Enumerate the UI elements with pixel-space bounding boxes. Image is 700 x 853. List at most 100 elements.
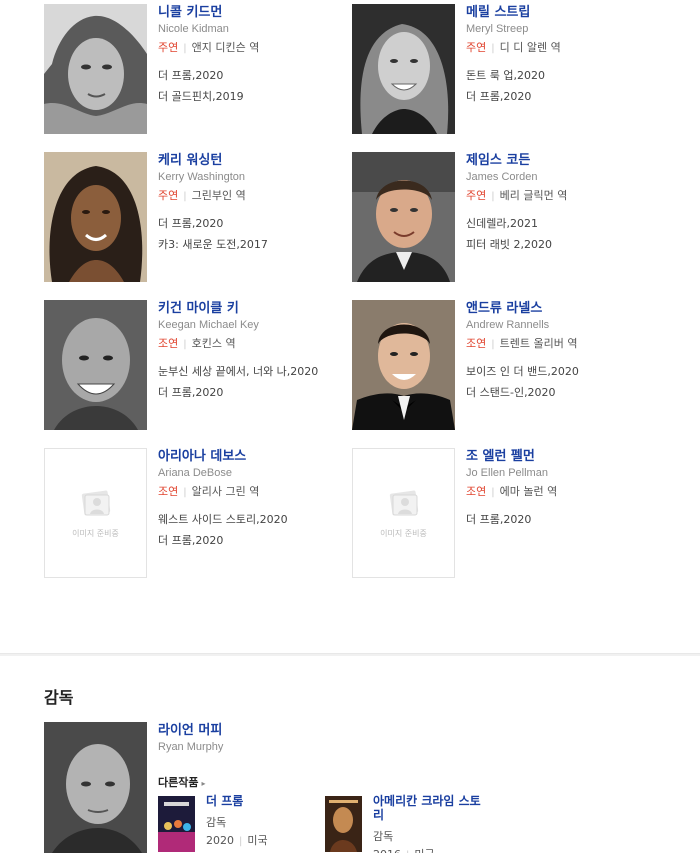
actor-photo-placeholder[interactable]: 이미지 준비중 — [352, 448, 455, 578]
work-item[interactable]: 돈트 룩 업,2020 — [466, 68, 676, 83]
works-list: 더 프롬,2020 — [466, 512, 676, 527]
placeholder-text: 이미지 준비중 — [380, 529, 427, 538]
actor-english-name: Ariana DeBose — [158, 467, 232, 479]
role-type: 주연 — [466, 41, 487, 54]
role-line: 주연 | 앤지 디킨슨 역 — [158, 40, 368, 55]
role-line: 주연 | 디 디 알렌 역 — [466, 40, 676, 55]
cast-card: 앤드류 라넬스 Andrew Rannells 조연 | 트렌트 올리버 역 보이즈… — [352, 300, 672, 430]
director-section-title: 감독 — [44, 688, 74, 707]
work-item[interactable]: 더 프롬,2020 — [158, 385, 368, 400]
cast-card: 이미지 준비중 조 엘런 펠먼 Jo Ellen Pellman 조연 | 에마 놀… — [352, 448, 672, 578]
actor-name[interactable]: 조 엘런 펠먼 — [466, 448, 676, 465]
actor-name[interactable]: 니콜 키드먼 — [158, 4, 368, 21]
actor-name[interactable]: 아리아나 데보스 — [158, 448, 368, 465]
cast-card: 니콜 키드먼 Nicole Kidman 주연 | 앤지 디킨슨 역 더 프롬,20… — [44, 4, 364, 134]
work-item[interactable]: 신데렐라,2021 — [466, 216, 676, 231]
separator: | — [183, 487, 187, 498]
work-item[interactable]: 더 프롬,2020 — [158, 216, 368, 231]
film-title[interactable]: 더 프롬 — [206, 794, 316, 808]
work-item[interactable]: 카3: 새로운 도전,2017 — [158, 237, 368, 252]
work-item[interactable]: 피터 래빗 2,2020 — [466, 237, 676, 252]
role-type: 조연 — [158, 337, 179, 350]
work-item[interactable]: 보이즈 인 더 밴드,2020 — [466, 364, 676, 379]
actor-photo[interactable] — [44, 4, 147, 134]
work-item[interactable]: 더 프롬,2020 — [158, 533, 368, 548]
film-role: 감독 — [206, 816, 227, 829]
role-name: 그린부인 역 — [191, 189, 246, 202]
role-line: 조연 | 에마 놀런 역 — [466, 484, 676, 499]
role-name: 호킨스 역 — [191, 337, 236, 350]
film-poster[interactable] — [325, 796, 362, 852]
role-line: 주연 | 베리 글릭먼 역 — [466, 188, 676, 203]
separator: | — [239, 836, 243, 847]
film-poster[interactable] — [158, 796, 195, 852]
separator: | — [183, 43, 187, 54]
actor-photo[interactable] — [352, 4, 455, 134]
work-item[interactable]: 눈부신 세상 끝에서, 너와 나,2020 — [158, 364, 368, 379]
film-meta: 2016|미국 — [373, 846, 435, 853]
separator: | — [183, 339, 187, 350]
actor-english-name: Jo Ellen Pellman — [466, 467, 548, 479]
director-photo[interactable] — [44, 722, 147, 853]
role-type: 조연 — [466, 485, 487, 498]
actor-photo-placeholder[interactable]: 이미지 준비중 — [44, 448, 147, 578]
cast-card: 키건 마이클 키 Keegan Michael Key 조연 | 호킨스 역 눈부신… — [44, 300, 364, 430]
role-name: 앤지 디킨슨 역 — [191, 41, 260, 54]
cast-card: 케리 워싱턴 Kerry Washington 주연 | 그린부인 역 더 프롬,2… — [44, 152, 364, 282]
actor-photo[interactable] — [352, 300, 455, 430]
placeholder-text: 이미지 준비중 — [72, 529, 119, 538]
role-type: 주연 — [466, 189, 487, 202]
actor-english-name: Meryl Streep — [466, 23, 529, 35]
role-name: 트렌트 올리버 역 — [499, 337, 578, 350]
other-works-label: 다른작품 — [158, 776, 199, 789]
work-item[interactable]: 더 프롬,2020 — [466, 89, 676, 104]
role-type: 주연 — [158, 189, 179, 202]
actor-english-name: James Corden — [466, 171, 538, 183]
actor-english-name: Andrew Rannells — [466, 319, 550, 331]
role-type: 조연 — [158, 485, 179, 498]
work-item[interactable]: 더 프롬,2020 — [466, 512, 676, 527]
role-name: 베리 글릭먼 역 — [499, 189, 568, 202]
section-divider — [0, 653, 700, 656]
work-item[interactable]: 웨스트 사이드 스토리,2020 — [158, 512, 368, 527]
director-english-name: Ryan Murphy — [158, 741, 224, 753]
role-line: 주연 | 그린부인 역 — [158, 188, 368, 203]
work-item[interactable]: 더 골드핀치,2019 — [158, 89, 368, 104]
film-title[interactable]: 아메리칸 크라임 스토리 — [373, 794, 483, 822]
role-line: 조연 | 알리사 그린 역 — [158, 484, 368, 499]
actor-name[interactable]: 앤드류 라넬스 — [466, 300, 676, 317]
actor-photo[interactable] — [44, 152, 147, 282]
other-works-link[interactable]: 다른작품 ▸ — [158, 774, 206, 790]
film-role: 감독 — [373, 830, 394, 843]
image-placeholder-icon — [81, 490, 111, 516]
role-line: 조연 | 트렌트 올리버 역 — [466, 336, 676, 351]
separator: | — [491, 487, 495, 498]
actor-name[interactable]: 제임스 코든 — [466, 152, 676, 169]
separator: | — [491, 339, 495, 350]
role-name: 알리사 그린 역 — [191, 485, 260, 498]
film-item: 아메리칸 크라임 스토리 감독 2016|미국 — [325, 794, 525, 853]
film-country: 미국 — [414, 848, 434, 853]
film-meta: 2020 | 미국 — [206, 832, 268, 848]
actor-name[interactable]: 메릴 스트립 — [466, 4, 676, 21]
cast-card: 이미지 준비중 아리아나 데보스 Ariana DeBose 조연 | 알리사 그린… — [44, 448, 364, 578]
film-year: 2020 — [206, 834, 234, 847]
works-list: 더 프롬,2020 카3: 새로운 도전,2017 — [158, 216, 368, 252]
actor-english-name: Keegan Michael Key — [158, 319, 259, 331]
actor-name[interactable]: 케리 워싱턴 — [158, 152, 368, 169]
work-item[interactable]: 더 스탠드-인,2020 — [466, 385, 676, 400]
chevron-right-icon: ▸ — [201, 779, 206, 788]
role-type: 조연 — [466, 337, 487, 350]
film-year: 2016 — [373, 848, 401, 853]
image-placeholder-icon — [389, 490, 419, 516]
works-list: 더 프롬,2020 더 골드핀치,2019 — [158, 68, 368, 104]
actor-english-name: Nicole Kidman — [158, 23, 229, 35]
actor-photo[interactable] — [352, 152, 455, 282]
role-line: 조연 | 호킨스 역 — [158, 336, 368, 351]
director-name[interactable]: 라이언 머피 — [158, 722, 658, 739]
actor-photo[interactable] — [44, 300, 147, 430]
work-item[interactable]: 더 프롬,2020 — [158, 68, 368, 83]
actor-name[interactable]: 키건 마이클 키 — [158, 300, 368, 317]
cast-card: 메릴 스트립 Meryl Streep 주연 | 디 디 알렌 역 돈트 룩 업,2… — [352, 4, 672, 134]
role-name: 디 디 알렌 역 — [499, 41, 561, 54]
